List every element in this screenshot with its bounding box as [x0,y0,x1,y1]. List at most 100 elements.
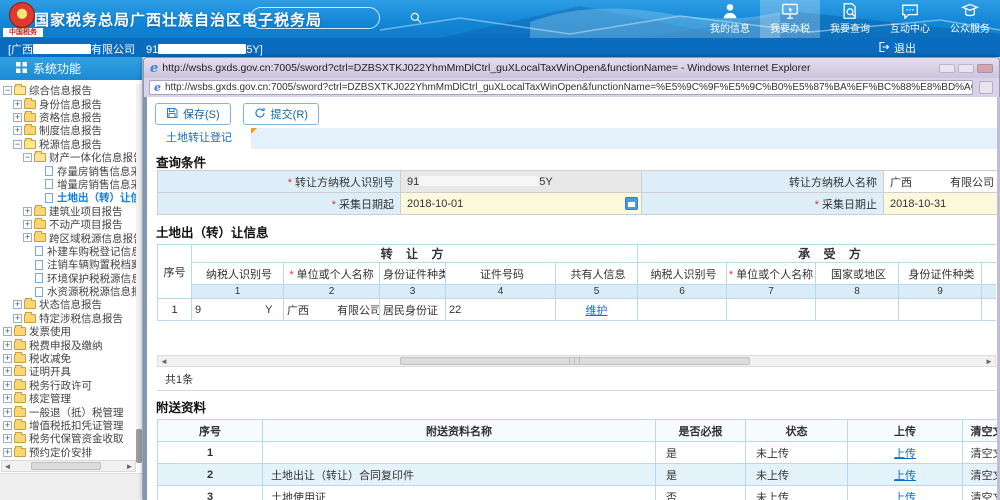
row-empty-cell[interactable] [638,299,727,321]
scrollbar-thumb[interactable] [136,429,142,463]
logout-button[interactable]: 退出 [878,40,916,56]
clear-file-button[interactable]: 清空文件 [963,486,998,500]
redaction-block [309,305,337,315]
sidebar-item[interactable]: +资格信息报告 [0,111,136,124]
search-box[interactable] [250,7,380,29]
sidebar-item[interactable]: 存量房销售信息采集(2016) [0,164,136,177]
date-to-field[interactable]: 2018-10-31 [884,193,998,215]
clear-file-button[interactable]: 清空文件 [963,442,998,464]
nav-my-info[interactable]: 我的信息 [700,0,760,38]
expand-icon[interactable]: + [3,408,12,417]
scrollbar-thumb[interactable] [31,462,101,470]
upload-link[interactable]: 上传 [894,470,916,482]
nav-interaction[interactable]: 互动中心 [880,0,940,38]
expand-icon[interactable]: + [13,113,22,122]
expand-icon[interactable]: + [3,421,12,430]
collapse-icon[interactable]: − [13,140,22,149]
nav-do-tax[interactable]: 我要办税 [760,0,820,38]
scrollbar-thumb[interactable]: | | | [400,357,750,365]
expand-icon[interactable]: + [3,434,12,443]
sidebar-item[interactable]: 环境保护税税源信息采集 [0,271,136,284]
scroll-left-arrow[interactable]: ◄ [158,357,170,366]
field-label: *转让方纳税人识别号 [158,171,401,193]
tab-land-transfer[interactable]: 土地转让登记 [147,128,251,149]
nav-query[interactable]: 我要查询 [820,0,880,38]
window-titlebar[interactable]: e http://wsbs.gxds.gov.cn:7005/sword?ctr… [143,57,1000,78]
expand-icon[interactable]: + [23,220,32,229]
table-horizontal-scrollbar[interactable]: ◄ | | | ► [157,355,996,367]
maximize-button[interactable] [958,64,974,73]
expand-icon[interactable]: + [3,448,12,457]
minimize-button[interactable] [939,64,955,73]
row-taxpayer-id[interactable]: 9Y [192,299,284,321]
nav-public-service[interactable]: 公众服务 [940,0,1000,38]
sidebar-item[interactable]: +状态信息报告 [0,298,136,311]
scroll-right-arrow[interactable]: ► [124,462,135,471]
refresh-button[interactable] [979,81,993,94]
sidebar-item[interactable]: +证明开具 [0,365,136,378]
taxpayer-id-field[interactable]: 915Y [401,171,642,193]
scroll-right-arrow[interactable]: ► [983,357,995,366]
clear-file-button[interactable]: 清空文件 [963,464,998,486]
maintain-link[interactable]: 维护 [586,305,608,317]
expand-icon[interactable]: + [3,367,12,376]
sidebar-item[interactable]: +身份信息报告 [0,97,136,110]
scroll-left-arrow[interactable]: ◄ [2,462,13,471]
expand-icon[interactable]: + [13,314,22,323]
taxpayer-name-field[interactable]: 广西有限公司 [884,171,998,193]
collapse-icon[interactable]: − [23,153,32,162]
sidebar-item[interactable]: +增值税抵扣凭证管理 [0,419,136,432]
expand-icon[interactable]: + [3,327,12,336]
search-icon[interactable] [409,11,423,25]
expand-icon[interactable]: + [23,207,32,216]
sidebar-item-label: 预约定价安排 [29,445,92,459]
sidebar-vertical-scrollbar[interactable] [136,84,142,460]
sidebar-item[interactable]: 注销车辆购置税档案信息 [0,258,136,271]
sidebar-item[interactable]: 增量房销售信息采集(2016) [0,178,136,191]
close-button[interactable] [977,64,993,73]
calendar-icon[interactable] [625,197,638,210]
expand-icon[interactable]: + [3,394,12,403]
row-empty-cell[interactable] [727,299,816,321]
sidebar-item[interactable]: +发票使用 [0,325,136,338]
search-input[interactable] [251,12,409,24]
sidebar-item[interactable]: −财产一体化信息报告 [0,151,136,164]
row-cert-no[interactable]: 22 [446,299,556,321]
upload-link[interactable]: 上传 [894,492,916,500]
expand-icon[interactable]: + [3,381,12,390]
sidebar-item[interactable]: 水资源税税源信息报告 [0,285,136,298]
row-empty-cell[interactable] [816,299,899,321]
save-button[interactable]: 保存(S) [155,103,231,125]
row-empty-cell[interactable] [899,299,982,321]
expand-icon[interactable]: + [13,126,22,135]
sidebar-item[interactable]: +核定管理 [0,392,136,405]
row-cert-type[interactable]: 居民身份证 [380,299,446,321]
sidebar-item[interactable]: +税务代保管资金收取 [0,432,136,445]
sidebar-item[interactable]: −税源信息报告 [0,138,136,151]
sidebar-item[interactable]: + 预约定价安排 [0,446,136,459]
collapse-icon[interactable]: − [3,86,12,95]
sidebar-item[interactable]: +税务行政许可 [0,379,136,392]
upload-link[interactable]: 上传 [894,448,916,460]
sidebar-item[interactable]: +税费申报及缴纳 [0,338,136,351]
sidebar-item[interactable]: −综合信息报告 [0,84,136,97]
expand-icon[interactable]: + [13,100,22,109]
sidebar-item[interactable]: +一般退（抵）税管理 [0,405,136,418]
row-name[interactable]: 广西有限公司 [284,299,380,321]
sidebar-item[interactable]: 补建车购税登记信息 [0,245,136,258]
sidebar-item[interactable]: 土地出（转）让信息采集 [0,191,136,204]
sidebar-item[interactable]: +特定涉税信息报告 [0,312,136,325]
sidebar-item[interactable]: +不动产项目报告 [0,218,136,231]
expand-icon[interactable]: + [23,233,32,242]
expand-icon[interactable]: + [13,300,22,309]
submit-button[interactable]: 提交(R) [243,103,319,125]
url-field[interactable]: e http://wsbs.gxds.gov.cn:7005/sword?ctr… [149,80,973,95]
sidebar-item[interactable]: +税收减免 [0,352,136,365]
sidebar-item[interactable]: +建筑业项目报告 [0,205,136,218]
expand-icon[interactable]: + [3,341,12,350]
date-from-field[interactable]: 2018-10-01 [401,193,642,215]
sidebar-horizontal-scrollbar[interactable]: ◄ ► [1,460,136,472]
sidebar-item[interactable]: +制度信息报告 [0,124,136,137]
sidebar-item[interactable]: +跨区域税源信息报告 [0,231,136,244]
expand-icon[interactable]: + [3,354,12,363]
